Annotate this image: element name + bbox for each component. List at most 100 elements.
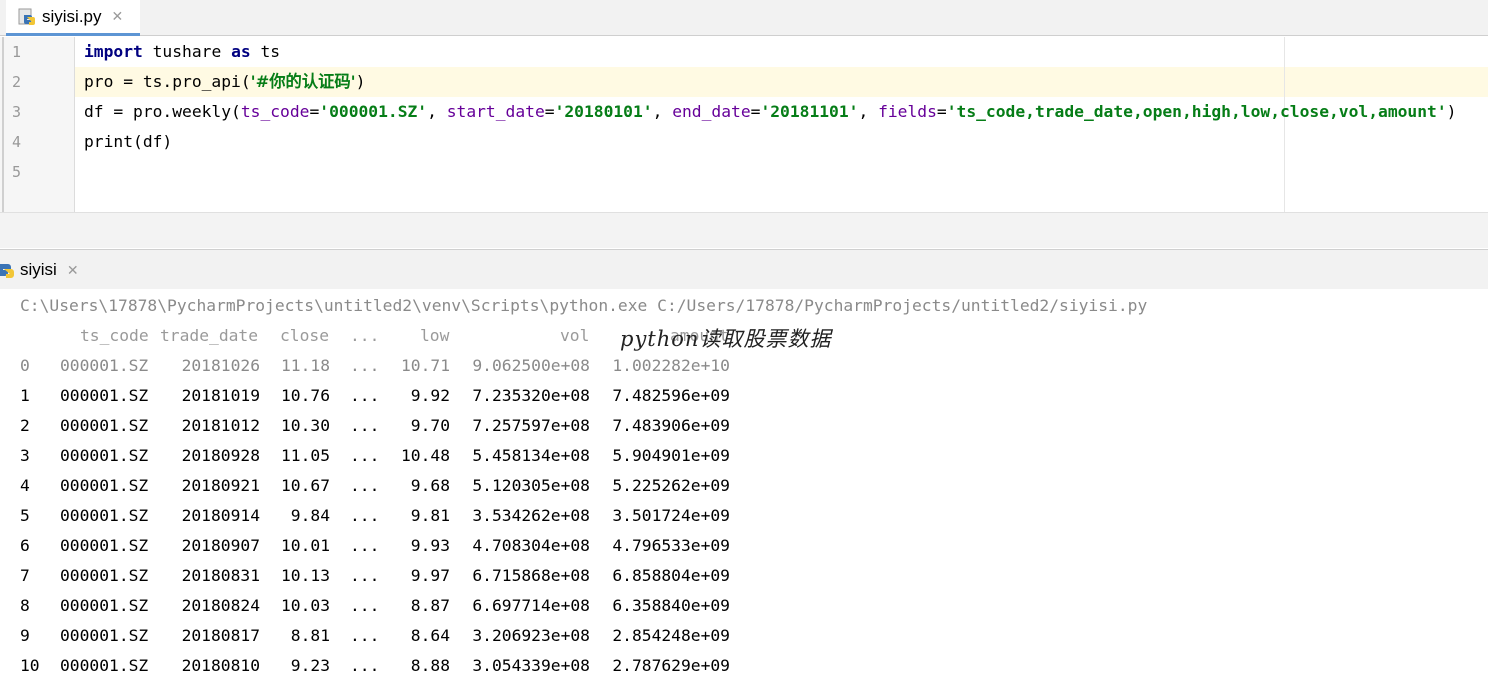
table-cell: 9.81 [410, 506, 450, 525]
table-row: 1 000001.SZ 20181019 10.76... 9.92 7.235320e+… [0, 381, 760, 411]
table-cell: 7 [20, 566, 30, 585]
table-cell: 10.01 [280, 536, 330, 555]
column-header: vol [560, 326, 590, 345]
table-cell: 3.206923e+08 [472, 626, 590, 645]
editor-tab-label: siyisi.py [42, 6, 102, 26]
table-cell: 6.858804e+09 [612, 566, 730, 585]
table-cell: 20180907 [181, 536, 260, 555]
table-cell: 6.697714e+08 [472, 596, 590, 615]
table-cell: 9.68 [410, 476, 450, 495]
table-cell: 8.87 [410, 596, 450, 615]
editor-scroll-area [0, 212, 1488, 248]
table-cell: 20181026 [181, 356, 260, 375]
table-cell: 5.904901e+09 [612, 446, 730, 465]
table-cell: 9.93 [410, 536, 450, 555]
table-cell: 9.23 [290, 656, 330, 675]
table-cell: 000001.SZ [60, 476, 149, 495]
table-cell: ... [350, 416, 380, 435]
table-cell: 9.97 [410, 566, 450, 585]
table-cell: 11.05 [280, 446, 330, 465]
table-cell: 9 [20, 626, 30, 645]
table-cell: 10.71 [400, 356, 450, 375]
code-editor[interactable]: 1 2 3 4 5 import tushare as ts pro = ts.… [0, 37, 1488, 212]
table-cell: ... [350, 386, 380, 405]
table-cell: 3 [20, 446, 30, 465]
table-cell: 10.48 [400, 446, 450, 465]
table-cell: 2 [20, 416, 30, 435]
close-icon[interactable]: ✕ [112, 8, 124, 25]
table-cell: 000001.SZ [60, 386, 149, 405]
table-cell: 6.715868e+08 [472, 566, 590, 585]
table-cell: 9.92 [410, 386, 450, 405]
table-cell: 3.534262e+08 [472, 506, 590, 525]
table-cell: 10.76 [280, 386, 330, 405]
table-cell: 7.257597e+08 [472, 416, 590, 435]
table-cell: 6 [20, 536, 30, 555]
table-cell: 8.64 [410, 626, 450, 645]
table-cell: 10.13 [280, 566, 330, 585]
code-line-3: df = pro.weekly(ts_code='000001.SZ', sta… [84, 102, 1457, 121]
line-number: 3 [12, 103, 22, 121]
table-cell: 9.062500e+08 [472, 356, 590, 375]
table-row: 8 000001.SZ 20180824 10.03... 8.87 6.697714e+… [0, 591, 760, 621]
table-cell: ... [350, 356, 380, 375]
line-number: 5 [12, 163, 22, 181]
table-cell: 10 [20, 656, 40, 675]
table-cell: 20180824 [181, 596, 260, 615]
close-icon[interactable]: ✕ [67, 262, 79, 279]
table-cell: 000001.SZ [60, 506, 149, 525]
table-cell: ... [350, 596, 380, 615]
table-cell: 000001.SZ [60, 596, 149, 615]
table-cell: ... [350, 626, 380, 645]
table-row: 3 000001.SZ 20180928 11.05... 10.48 5.458134e… [0, 441, 760, 471]
table-cell: 20180914 [181, 506, 260, 525]
table-cell: 8.88 [410, 656, 450, 675]
table-cell: 20181019 [181, 386, 260, 405]
table-cell: 000001.SZ [60, 566, 149, 585]
table-cell: 1 [20, 386, 30, 405]
console-output[interactable]: C:\Users\17878\PycharmProjects\untitled2… [0, 289, 1488, 675]
run-tab-label: siyisi [20, 260, 57, 279]
table-cell: 5.120305e+08 [472, 476, 590, 495]
table-row: 6 000001.SZ 20180907 10.01... 9.93 4.708304e+… [0, 531, 760, 561]
table-cell: ... [350, 476, 380, 495]
editor-tab-bar: siyisi.py ✕ [0, 0, 1488, 36]
table-cell: 000001.SZ [60, 626, 149, 645]
table-cell: 0 [20, 356, 30, 375]
run-tab-siyisi[interactable]: siyisi ✕ [0, 250, 79, 290]
table-cell: 7.235320e+08 [472, 386, 590, 405]
editor-tab-siyisi-py[interactable]: siyisi.py ✕ [6, 0, 140, 36]
run-tool-window-header: siyisi ✕ [0, 249, 1488, 289]
table-cell: ... [350, 446, 380, 465]
table-cell: 20180921 [181, 476, 260, 495]
table-cell: 000001.SZ [60, 656, 149, 675]
table-cell: 000001.SZ [60, 446, 149, 465]
table-cell: 20180831 [181, 566, 260, 585]
table-row: 7 000001.SZ 20180831 10.13... 9.97 6.715868e+… [0, 561, 760, 591]
line-number: 2 [12, 73, 22, 91]
table-cell: 10.30 [280, 416, 330, 435]
table-cell: 20180928 [181, 446, 260, 465]
table-row: 10 000001.SZ 20180810 9.23... 8.88 3.054339e+… [0, 651, 760, 681]
table-cell: 7.482596e+09 [612, 386, 730, 405]
table-cell: 3.501724e+09 [612, 506, 730, 525]
python-file-icon [18, 8, 35, 25]
console-command-line: C:\Users\17878\PycharmProjects\untitled2… [20, 296, 1148, 315]
table-cell: 10.03 [280, 596, 330, 615]
table-row: 9 000001.SZ 20180817 8.81... 8.64 3.206923e+0… [0, 621, 760, 651]
table-cell: 4 [20, 476, 30, 495]
table-cell: 3.054339e+08 [472, 656, 590, 675]
table-cell: 11.18 [280, 356, 330, 375]
code-line-2: pro = ts.pro_api('#你的认证码') [84, 72, 366, 91]
code-line-4: print(df) [84, 132, 173, 151]
line-number: 4 [12, 133, 22, 151]
table-cell: ... [350, 566, 380, 585]
column-header: close [280, 326, 330, 345]
table-cell: 000001.SZ [60, 356, 149, 375]
table-cell: 000001.SZ [60, 536, 149, 555]
table-row: 4 000001.SZ 20180921 10.67... 9.68 5.120305e+… [0, 471, 760, 501]
table-cell: 000001.SZ [60, 416, 149, 435]
python-run-icon [0, 264, 14, 278]
column-header: ts_code [80, 326, 149, 345]
table-cell: 9.84 [290, 506, 330, 525]
